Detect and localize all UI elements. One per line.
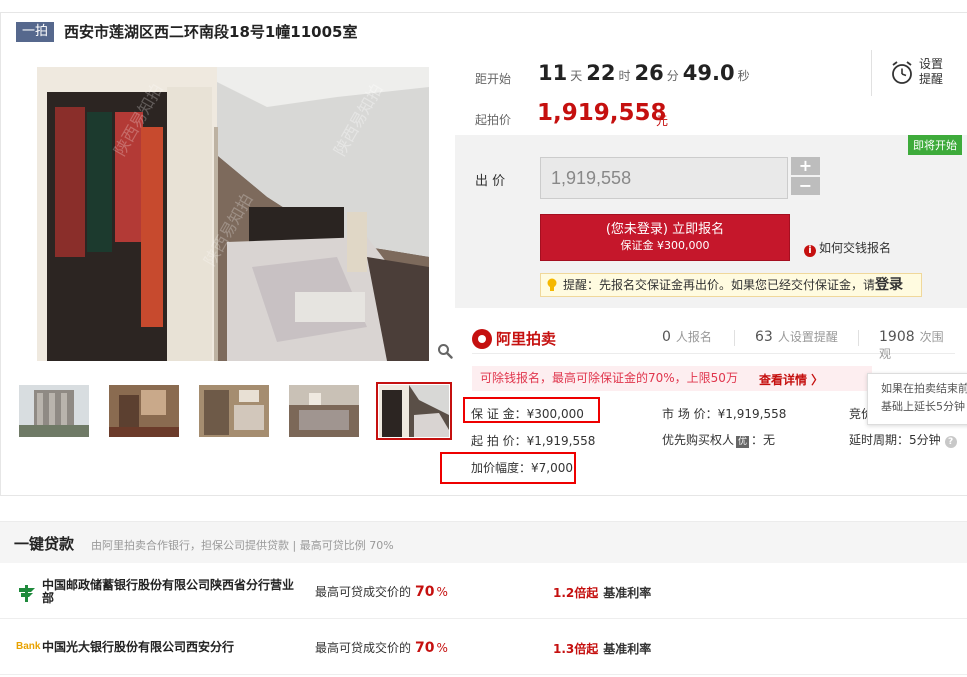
loan-rate: 1.2倍起 基准利率 — [553, 584, 651, 601]
psbc-logo-icon — [19, 585, 35, 602]
tooltip-line-1: 如果在拍卖结束前 — [881, 382, 967, 395]
loan-ratio: 最高可贷成交价的 70% — [315, 583, 448, 600]
ali-auction-icon — [472, 329, 492, 349]
bid-panel: 即将开始 出 价 1,919,558 + − (您未登录) 立即报名 保证金 ¥… — [455, 135, 967, 308]
page-title: 西安市莲湖区西二环南段18号1幢11005室 — [64, 23, 358, 41]
delay-period-value: 5分钟 — [909, 433, 941, 447]
delay-period-field: 延时周期：5分钟? — [849, 431, 957, 448]
rate-label: 基准利率 — [603, 642, 652, 656]
days-unit: 天 — [570, 69, 583, 83]
decrease-bid-button[interactable]: − — [791, 177, 820, 195]
thumbnail-5[interactable] — [376, 382, 452, 440]
bank-row[interactable]: Bank 中国光大银行股份有限公司西安分行 最高可贷成交价的 70% 1.3倍起基… — [0, 619, 967, 675]
countdown-timer: 11 天 22 时 26 分 49.0 秒 — [538, 61, 754, 85]
zoom-icon[interactable] — [437, 343, 453, 359]
lightbulb-icon — [547, 278, 557, 291]
loan-subtitle: 由阿里拍卖合作银行，担保公司提供贷款 | 最高可贷比例 70% — [91, 539, 394, 552]
priority-badge: 优 — [736, 436, 750, 448]
priority-buyer-field: 优先购买权人优：无 — [662, 431, 775, 448]
countdown-label: 距开始 — [475, 72, 512, 86]
reminder-count-label: 人设置提醒 — [777, 330, 838, 344]
platform-name: 阿里拍卖 — [496, 330, 557, 348]
priority-buyer-value: ：无 — [751, 433, 776, 447]
loan-ratio-unit: % — [436, 585, 448, 599]
loan-ratio-label: 最高可贷成交价的 — [315, 641, 412, 655]
countdown-hours: 22 — [586, 61, 616, 85]
bid-label: 出 价 — [475, 174, 506, 189]
help-icon[interactable]: ? — [944, 436, 957, 448]
market-price-value: ¥1,919,558 — [717, 407, 787, 421]
how-to-pay-link[interactable]: i 如何交钱报名 — [804, 239, 891, 257]
bank-name: 中国光大银行股份有限公司西安分行 — [42, 640, 235, 654]
loan-rate: 1.3倍起 基准利率 — [553, 640, 651, 657]
login-tip: 提醒：先报名交保证金再出价。如果您已经交付保证金，请登录 — [540, 273, 922, 297]
rate-multiplier: 1.3倍起 — [553, 642, 599, 656]
divider — [858, 330, 859, 346]
tip-text: 提醒：先报名交保证金再出价。如果您已经交付保证金，请 — [563, 278, 876, 292]
increase-bid-button[interactable]: + — [791, 157, 820, 175]
start-price-value: 1,919,558 — [537, 100, 667, 126]
countdown-days: 11 — [538, 61, 568, 85]
set-reminder-label: 设置提醒 — [919, 57, 944, 86]
signup-button-label: (您未登录) 立即报名 — [605, 222, 725, 237]
highlight-box — [440, 452, 576, 484]
start-price-field-value: ¥1,919,558 — [526, 434, 596, 448]
market-price-field: 市 场 价：¥1,919,558 — [662, 405, 786, 422]
market-price-label: 市 场 价： — [662, 407, 718, 421]
platform-stats: 阿里拍卖 0 人报名 63 人设置提醒 1908 次围观 — [472, 324, 955, 361]
info-icon: i — [804, 245, 816, 257]
set-reminder-button[interactable]: 设置提醒 — [871, 50, 951, 96]
main-photo[interactable]: 陕西易知拍 陕西易知拍 陕西易知拍 — [37, 67, 429, 361]
signup-button[interactable]: (您未登录) 立即报名 保证金 ¥300,000 — [540, 214, 790, 261]
signup-deposit-label: 保证金 ¥300,000 — [620, 239, 710, 252]
loan-ratio: 最高可贷成交价的 70% — [315, 639, 448, 656]
bid-amount-input[interactable]: 1,919,558 — [540, 157, 788, 199]
alarm-clock-icon — [892, 61, 912, 84]
loan-title: 一键贷款 — [14, 535, 75, 553]
view-count-num: 1908 — [879, 329, 915, 345]
start-price-label: 起拍价 — [475, 113, 512, 127]
login-link[interactable]: 登录 — [875, 277, 903, 293]
tooltip-line-2: 基础上延长5分钟 — [881, 400, 965, 413]
countdown-minutes: 26 — [634, 61, 664, 85]
delay-tooltip: 如果在拍卖结束前 基础上延长5分钟 — [867, 373, 967, 425]
thumbnail-3[interactable] — [199, 385, 269, 437]
thumbnail-2[interactable] — [109, 385, 179, 437]
thumbnail-4[interactable] — [289, 385, 359, 437]
loan-ratio-value: 70 — [415, 640, 435, 656]
start-price-field: 起 拍 价：¥1,919,558 — [471, 432, 595, 449]
countdown-seconds: 49.0 — [682, 61, 735, 85]
start-price-unit: 元 — [656, 114, 669, 128]
ceb-logo-icon: Bank — [16, 641, 41, 652]
delay-period-label: 延时周期： — [849, 433, 910, 447]
view-count: 1908 次围观 — [879, 328, 955, 362]
reminder-count-num: 63 — [755, 329, 773, 345]
signup-count-num: 0 — [662, 329, 671, 345]
bank-name: 中国邮政储蓄银行股份有限公司陕西省分行营业部 — [42, 578, 295, 605]
how-to-pay-text: 如何交钱报名 — [819, 241, 892, 255]
loan-ratio-label: 最高可贷成交价的 — [315, 585, 412, 599]
view-details-link[interactable]: 查看详情 〉 — [759, 371, 823, 388]
hours-unit: 时 — [618, 69, 631, 83]
thumbnail-1[interactable] — [19, 385, 89, 437]
start-price-field-label: 起 拍 价： — [471, 434, 527, 448]
status-badge: 即将开始 — [908, 135, 962, 155]
priority-buyer-label: 优先购买权人 — [662, 433, 735, 447]
divider — [734, 330, 735, 346]
signup-count: 0 人报名 — [662, 328, 712, 345]
highlight-box — [463, 397, 600, 423]
rate-label: 基准利率 — [603, 586, 652, 600]
platform-logo: 阿里拍卖 — [472, 328, 556, 349]
seconds-unit: 秒 — [737, 69, 750, 83]
loan-ratio-value: 70 — [415, 584, 435, 600]
auction-round-tag: 一拍 — [16, 22, 55, 42]
reminder-count: 63 人设置提醒 — [755, 328, 838, 345]
loan-ratio-unit: % — [436, 641, 448, 655]
rate-multiplier: 1.2倍起 — [553, 586, 599, 600]
signup-count-label: 人报名 — [675, 330, 712, 344]
minutes-unit: 分 — [666, 69, 679, 83]
loan-header: 一键贷款 由阿里拍卖合作银行，担保公司提供贷款 | 最高可贷比例 70% — [0, 521, 967, 563]
bank-row[interactable]: 中国邮政储蓄银行股份有限公司陕西省分行营业部 最高可贷成交价的 70% 1.2倍起… — [0, 563, 967, 619]
